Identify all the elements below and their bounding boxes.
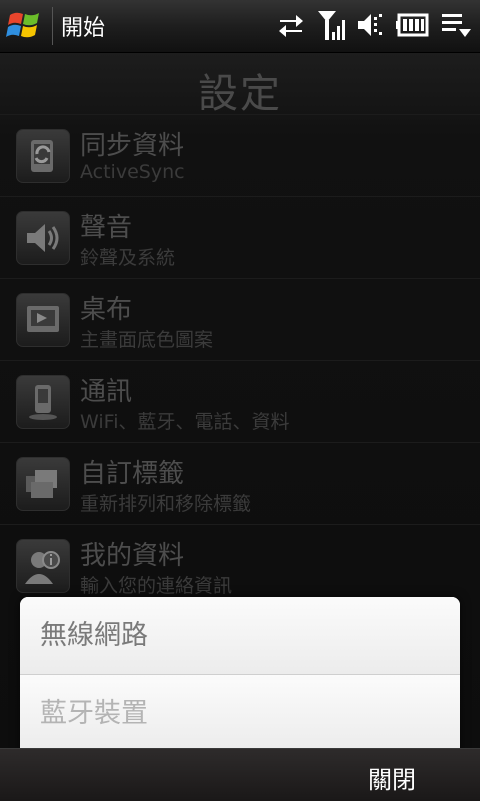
status-separator <box>52 7 53 45</box>
status-bar: 開始 <box>0 0 480 53</box>
signal-icon[interactable] <box>316 8 346 42</box>
page-title: 設定 <box>198 71 282 117</box>
settings-item-title: 同步資料 <box>80 131 185 161</box>
settings-item-subtitle: ActiveSync <box>80 161 185 183</box>
settings-item-title: 自訂標籤 <box>80 459 185 489</box>
menu-item-wireless-network[interactable]: 無線網路 <box>20 597 460 675</box>
windows-logo-icon[interactable] <box>2 2 50 50</box>
battery-icon[interactable] <box>396 12 430 38</box>
settings-item-wallpaper[interactable]: 桌布 主畫面底色圖案 <box>0 278 480 360</box>
speaker-icon <box>16 211 70 265</box>
settings-item-subtitle: 鈴聲及系統 <box>80 247 176 269</box>
settings-item-subtitle: 主畫面底色圖案 <box>80 329 214 351</box>
volume-icon[interactable] <box>356 10 386 40</box>
settings-list: 同步資料 ActiveSync 聲音 鈴聲及系統 桌布 主畫面底色圖案 通訊 W… <box>0 114 480 606</box>
settings-item-customize-tabs[interactable]: 自訂標籤 重新排列和移除標籤 <box>0 442 480 524</box>
settings-item-sound[interactable]: 聲音 鈴聲及系統 <box>0 196 480 278</box>
settings-item-subtitle: WiFi、藍牙、電話、資料 <box>80 411 290 433</box>
start-label[interactable]: 開始 <box>61 10 105 42</box>
settings-item-subtitle: 重新排列和移除標籤 <box>80 493 252 515</box>
menu-icon[interactable] <box>440 10 472 40</box>
settings-item-title: 我的資料 <box>80 541 185 571</box>
settings-item-my-info[interactable]: 我的資料 輸入您的連絡資訊 <box>0 524 480 606</box>
sync-arrows-icon[interactable] <box>276 10 306 40</box>
settings-item-communications[interactable]: 通訊 WiFi、藍牙、電話、資料 <box>0 360 480 442</box>
softkey-bar: 關閉 <box>0 748 480 801</box>
phone-icon <box>16 375 70 429</box>
contact-info-icon <box>16 539 70 593</box>
settings-item-subtitle: 輸入您的連絡資訊 <box>80 575 233 597</box>
menu-item-bluetooth-devices[interactable]: 藍牙裝置 <box>20 675 460 753</box>
tabs-icon <box>16 457 70 511</box>
sync-icon <box>16 129 70 183</box>
settings-item-title: 聲音 <box>80 213 133 243</box>
wallpaper-icon <box>16 293 70 347</box>
popup-menu: 無線網路 藍牙裝置 <box>20 597 460 757</box>
settings-item-title: 桌布 <box>80 295 133 325</box>
close-button[interactable]: 關閉 <box>368 760 416 795</box>
settings-item-title: 通訊 <box>80 377 133 407</box>
settings-item-activesync[interactable]: 同步資料 ActiveSync <box>0 114 480 196</box>
